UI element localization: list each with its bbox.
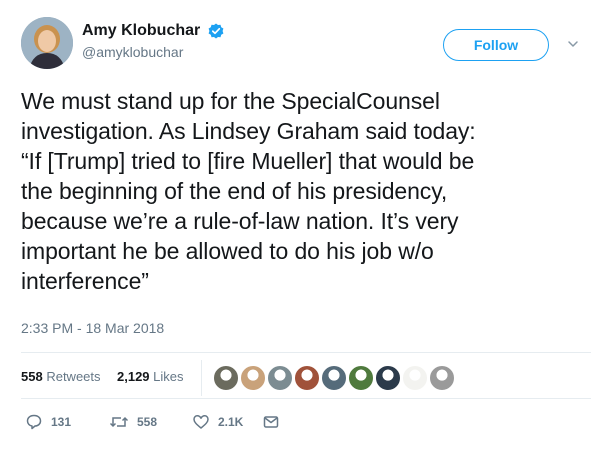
liker-avatar[interactable] xyxy=(240,365,266,391)
liker-avatar[interactable] xyxy=(348,365,374,391)
like-action-count: 2.1K xyxy=(218,415,244,429)
heart-icon xyxy=(192,413,210,431)
liker-avatar[interactable] xyxy=(375,365,401,391)
likes-label: Likes xyxy=(153,369,184,384)
likes-count: 2,129 xyxy=(117,369,150,384)
tweet-text: We must stand up for the SpecialCounsel … xyxy=(21,88,476,294)
retweet-icon xyxy=(109,413,129,431)
retweets-label: Retweets xyxy=(46,369,101,384)
retweets-count: 558 xyxy=(21,369,43,384)
divider-bottom xyxy=(21,398,591,399)
liker-avatar[interactable] xyxy=(213,365,239,391)
user-handle[interactable]: @amyklobuchar xyxy=(82,44,224,60)
avatar[interactable] xyxy=(21,17,73,69)
liker-avatar[interactable] xyxy=(294,365,320,391)
reply-count: 131 xyxy=(51,415,72,429)
divider-top xyxy=(21,352,591,353)
liker-avatar[interactable] xyxy=(429,365,455,391)
retweet-action-count: 558 xyxy=(137,415,158,429)
tweet-actions: 131 558 2.1K xyxy=(21,410,591,434)
retweet-button[interactable]: 558 xyxy=(109,410,157,434)
like-button[interactable]: 2.1K xyxy=(192,410,243,434)
display-name[interactable]: Amy Klobuchar xyxy=(82,22,200,40)
liker-avatar[interactable] xyxy=(321,365,347,391)
reply-button[interactable]: 131 xyxy=(25,410,71,434)
reply-icon xyxy=(25,413,43,431)
liker-avatar[interactable] xyxy=(267,365,293,391)
stats-separator xyxy=(201,360,202,396)
follow-button[interactable]: Follow xyxy=(443,29,549,61)
tweet-card: Amy Klobuchar @amyklobuchar Follow We mu… xyxy=(0,0,610,451)
retweets-stat[interactable]: 558 Retweets xyxy=(21,369,101,384)
direct-message-button[interactable] xyxy=(262,410,280,434)
verified-badge-icon xyxy=(208,23,224,39)
tweet-stats: 558 Retweets 2,129 Likes xyxy=(21,360,591,396)
user-names: Amy Klobuchar @amyklobuchar xyxy=(82,22,224,60)
tweet-timestamp[interactable]: 2:33 PM - 18 Mar 2018 xyxy=(21,320,164,336)
chevron-down-icon[interactable] xyxy=(566,37,580,51)
tweet-header: Amy Klobuchar @amyklobuchar Follow xyxy=(21,17,591,69)
liker-avatar[interactable] xyxy=(402,365,428,391)
likes-stat[interactable]: 2,129 Likes xyxy=(117,369,184,384)
envelope-icon xyxy=(262,413,280,431)
